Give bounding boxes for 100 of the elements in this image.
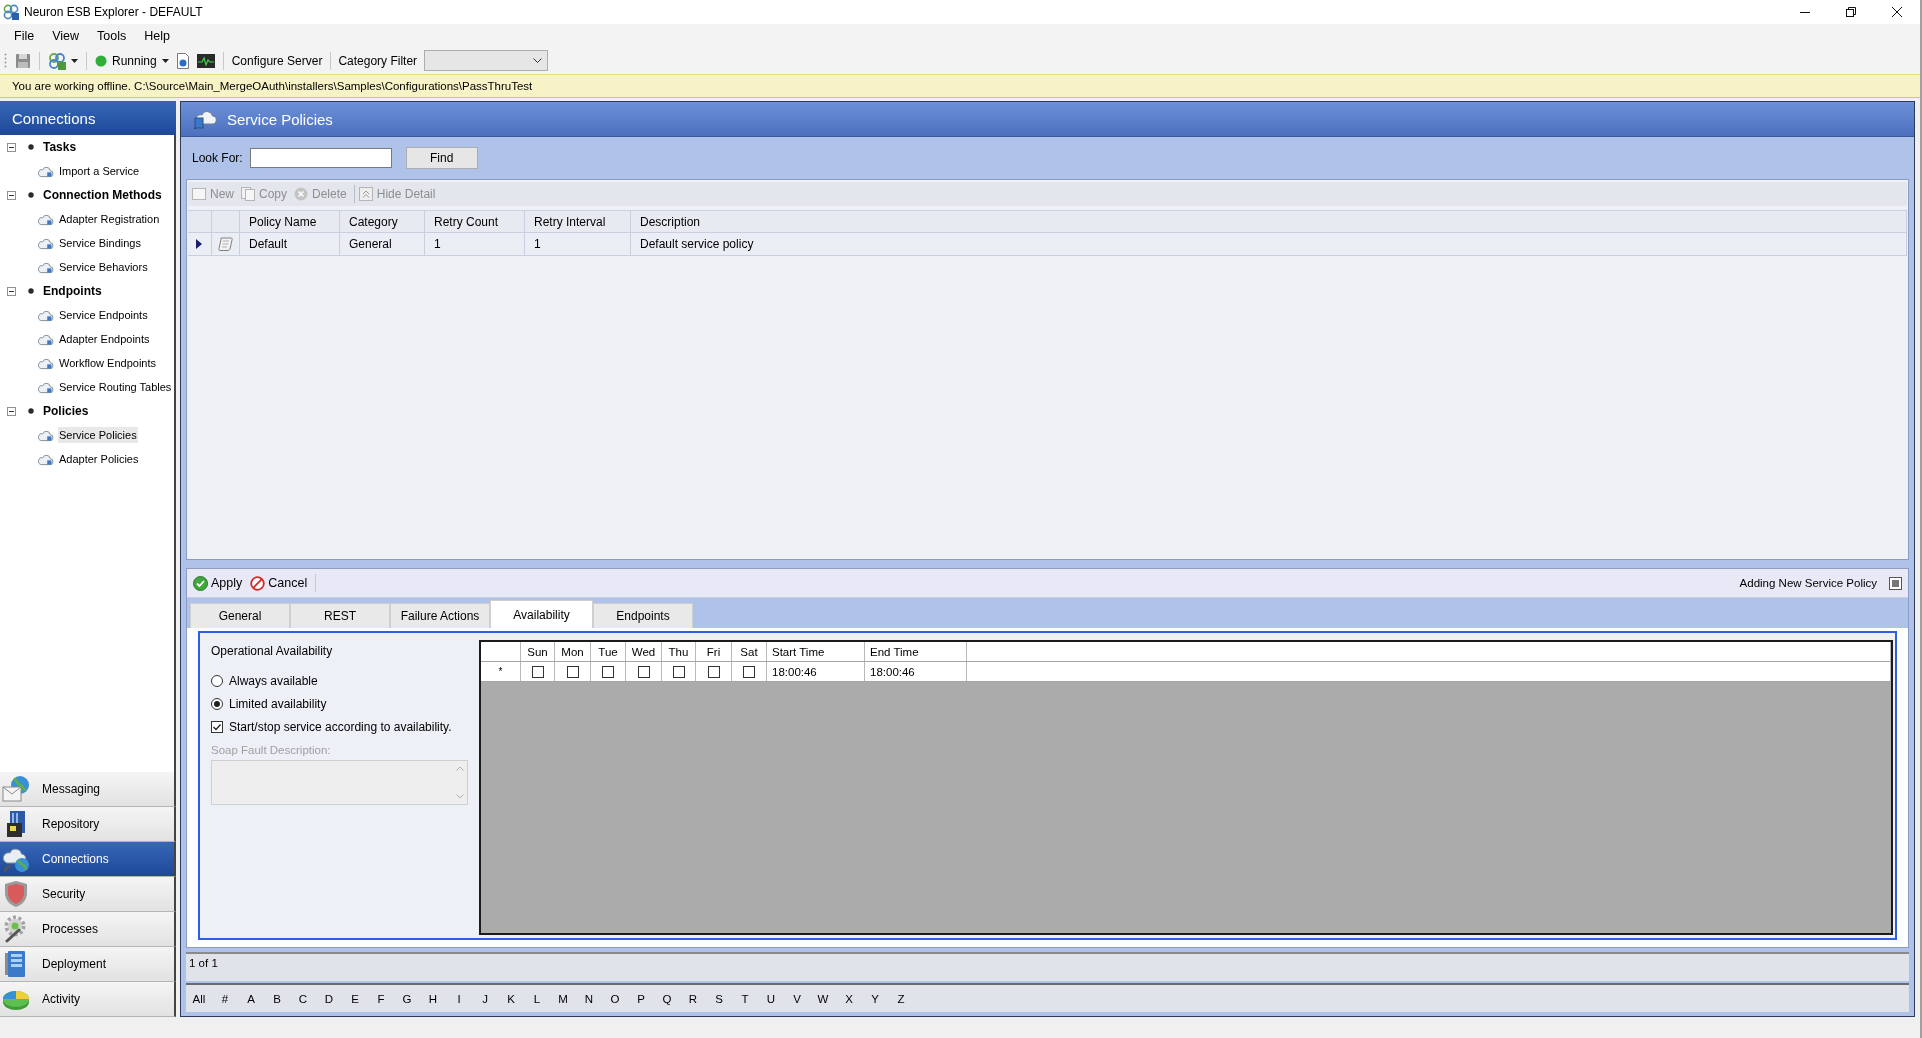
- radio-button[interactable]: [211, 674, 223, 687]
- table-row[interactable]: Default General 1 1 Default service policy: [188, 233, 1907, 256]
- nav-button[interactable]: Security: [0, 877, 176, 912]
- nav-button[interactable]: Activity: [0, 982, 176, 1017]
- end-time-cell[interactable]: 18:00:46: [865, 662, 967, 681]
- nav-button[interactable]: Processes: [0, 912, 176, 947]
- column-header[interactable]: Sat: [732, 642, 767, 661]
- tree-group-label[interactable]: Tasks: [43, 140, 77, 154]
- letter-filter[interactable]: Q: [654, 992, 680, 1005]
- day-checkbox[interactable]: [602, 665, 614, 678]
- tree-group-label[interactable]: Endpoints: [43, 284, 102, 298]
- nav-button[interactable]: Repository: [0, 807, 176, 842]
- letter-filter[interactable]: I: [446, 992, 472, 1005]
- tab[interactable]: Availability: [490, 600, 593, 628]
- column-header[interactable]: Start Time: [767, 642, 865, 661]
- day-checkbox[interactable]: [707, 665, 720, 678]
- search-field[interactable]: [249, 148, 392, 168]
- day-checkbox[interactable]: [566, 665, 579, 678]
- tree-item[interactable]: Adapter Registration: [58, 211, 161, 227]
- day-checkbox[interactable]: [672, 665, 685, 678]
- tab[interactable]: General: [190, 603, 290, 628]
- day-checkbox[interactable]: [637, 665, 650, 678]
- tree-item[interactable]: Workflow Endpoints: [58, 355, 157, 371]
- tree-item[interactable]: Import a Service: [58, 163, 141, 179]
- cancel-button[interactable]: Cancel: [247, 573, 311, 593]
- delete-icon: [294, 187, 309, 201]
- nav-button[interactable]: Messaging: [0, 772, 176, 807]
- collapse-icon[interactable]: [7, 286, 16, 296]
- column-header[interactable]: Sun: [521, 642, 555, 661]
- letter-filter[interactable]: D: [316, 992, 342, 1005]
- letter-filter[interactable]: G: [394, 992, 420, 1005]
- letter-filter[interactable]: T: [732, 992, 758, 1005]
- rings-icon: [48, 51, 66, 70]
- letter-filter[interactable]: F: [368, 992, 394, 1005]
- letter-filter[interactable]: Z: [888, 992, 914, 1005]
- letter-filter[interactable]: C: [290, 992, 316, 1005]
- tree-item[interactable]: Service Policies: [58, 427, 138, 443]
- nav-button[interactable]: Deployment: [0, 947, 176, 982]
- column-header[interactable]: Description: [631, 211, 1907, 232]
- tab[interactable]: Failure Actions: [390, 603, 490, 628]
- column-header[interactable]: Tue: [591, 642, 626, 661]
- tab[interactable]: REST: [290, 603, 390, 628]
- tree-item[interactable]: Service Endpoints: [58, 307, 149, 323]
- letter-filter[interactable]: O: [602, 992, 628, 1005]
- letter-filter[interactable]: All: [186, 992, 212, 1005]
- letter-filter[interactable]: B: [264, 992, 290, 1005]
- start-time-cell[interactable]: 18:00:46: [767, 662, 865, 681]
- letter-filter[interactable]: E: [342, 992, 368, 1005]
- tree-group-label[interactable]: Policies: [43, 404, 89, 418]
- letter-filter[interactable]: S: [706, 992, 732, 1005]
- table-cell: Default service policy: [631, 233, 1907, 255]
- collapse-icon[interactable]: [7, 406, 16, 416]
- menu-item[interactable]: View: [43, 25, 89, 46]
- app-logo-icon: [3, 4, 19, 20]
- tree-item[interactable]: Adapter Policies: [58, 451, 140, 467]
- column-header[interactable]: Category: [340, 211, 425, 232]
- letter-filter[interactable]: Y: [862, 992, 888, 1005]
- apply-button[interactable]: Apply: [190, 573, 246, 593]
- column-header[interactable]: Wed: [626, 642, 662, 661]
- letter-filter[interactable]: U: [758, 992, 784, 1005]
- tree-item[interactable]: Service Routing Tables: [58, 379, 173, 395]
- status-dropdown-button[interactable]: Running: [92, 49, 172, 72]
- letter-filter[interactable]: A: [238, 992, 264, 1005]
- menu-item[interactable]: File: [5, 25, 44, 46]
- column-header[interactable]: Thu: [662, 642, 696, 661]
- nav-button[interactable]: Connections: [0, 842, 176, 877]
- find-button[interactable]: Find: [405, 147, 478, 169]
- tree-item[interactable]: Service Behaviors: [58, 259, 149, 275]
- column-header[interactable]: Policy Name: [240, 211, 340, 232]
- tab[interactable]: Endpoints: [593, 603, 693, 628]
- column-header[interactable]: Retry Interval: [525, 211, 631, 232]
- day-checkbox[interactable]: [531, 665, 544, 678]
- radio-button[interactable]: [211, 697, 223, 710]
- letter-filter[interactable]: #: [212, 992, 238, 1005]
- letter-filter[interactable]: P: [628, 992, 654, 1005]
- letter-filter[interactable]: R: [680, 992, 706, 1005]
- letter-filter[interactable]: N: [576, 992, 602, 1005]
- letter-filter[interactable]: V: [784, 992, 810, 1005]
- maximize-panel-button[interactable]: [1889, 576, 1902, 590]
- letter-filter[interactable]: J: [472, 992, 498, 1005]
- letter-filter[interactable]: M: [550, 992, 576, 1005]
- tree-item[interactable]: Adapter Endpoints: [58, 331, 151, 347]
- menu-item[interactable]: Help: [135, 25, 179, 46]
- checkbox[interactable]: [211, 720, 223, 733]
- column-header[interactable]: Mon: [555, 642, 591, 661]
- tree-item[interactable]: Service Bindings: [58, 235, 142, 251]
- collapse-icon[interactable]: [7, 142, 16, 152]
- tree-group-label[interactable]: Connection Methods: [43, 188, 162, 202]
- letter-filter[interactable]: K: [498, 992, 524, 1005]
- collapse-icon[interactable]: [7, 190, 16, 200]
- letter-filter[interactable]: X: [836, 992, 862, 1005]
- letter-filter[interactable]: L: [524, 992, 550, 1005]
- letter-filter[interactable]: W: [810, 992, 836, 1005]
- menu-item[interactable]: Tools: [88, 25, 136, 46]
- column-header[interactable]: End Time: [865, 642, 967, 661]
- column-header[interactable]: Retry Count: [425, 211, 525, 232]
- column-header[interactable]: Fri: [696, 642, 732, 661]
- configure-server-button[interactable]: Configure Server: [228, 49, 326, 72]
- day-checkbox[interactable]: [743, 665, 755, 678]
- letter-filter[interactable]: H: [420, 992, 446, 1005]
